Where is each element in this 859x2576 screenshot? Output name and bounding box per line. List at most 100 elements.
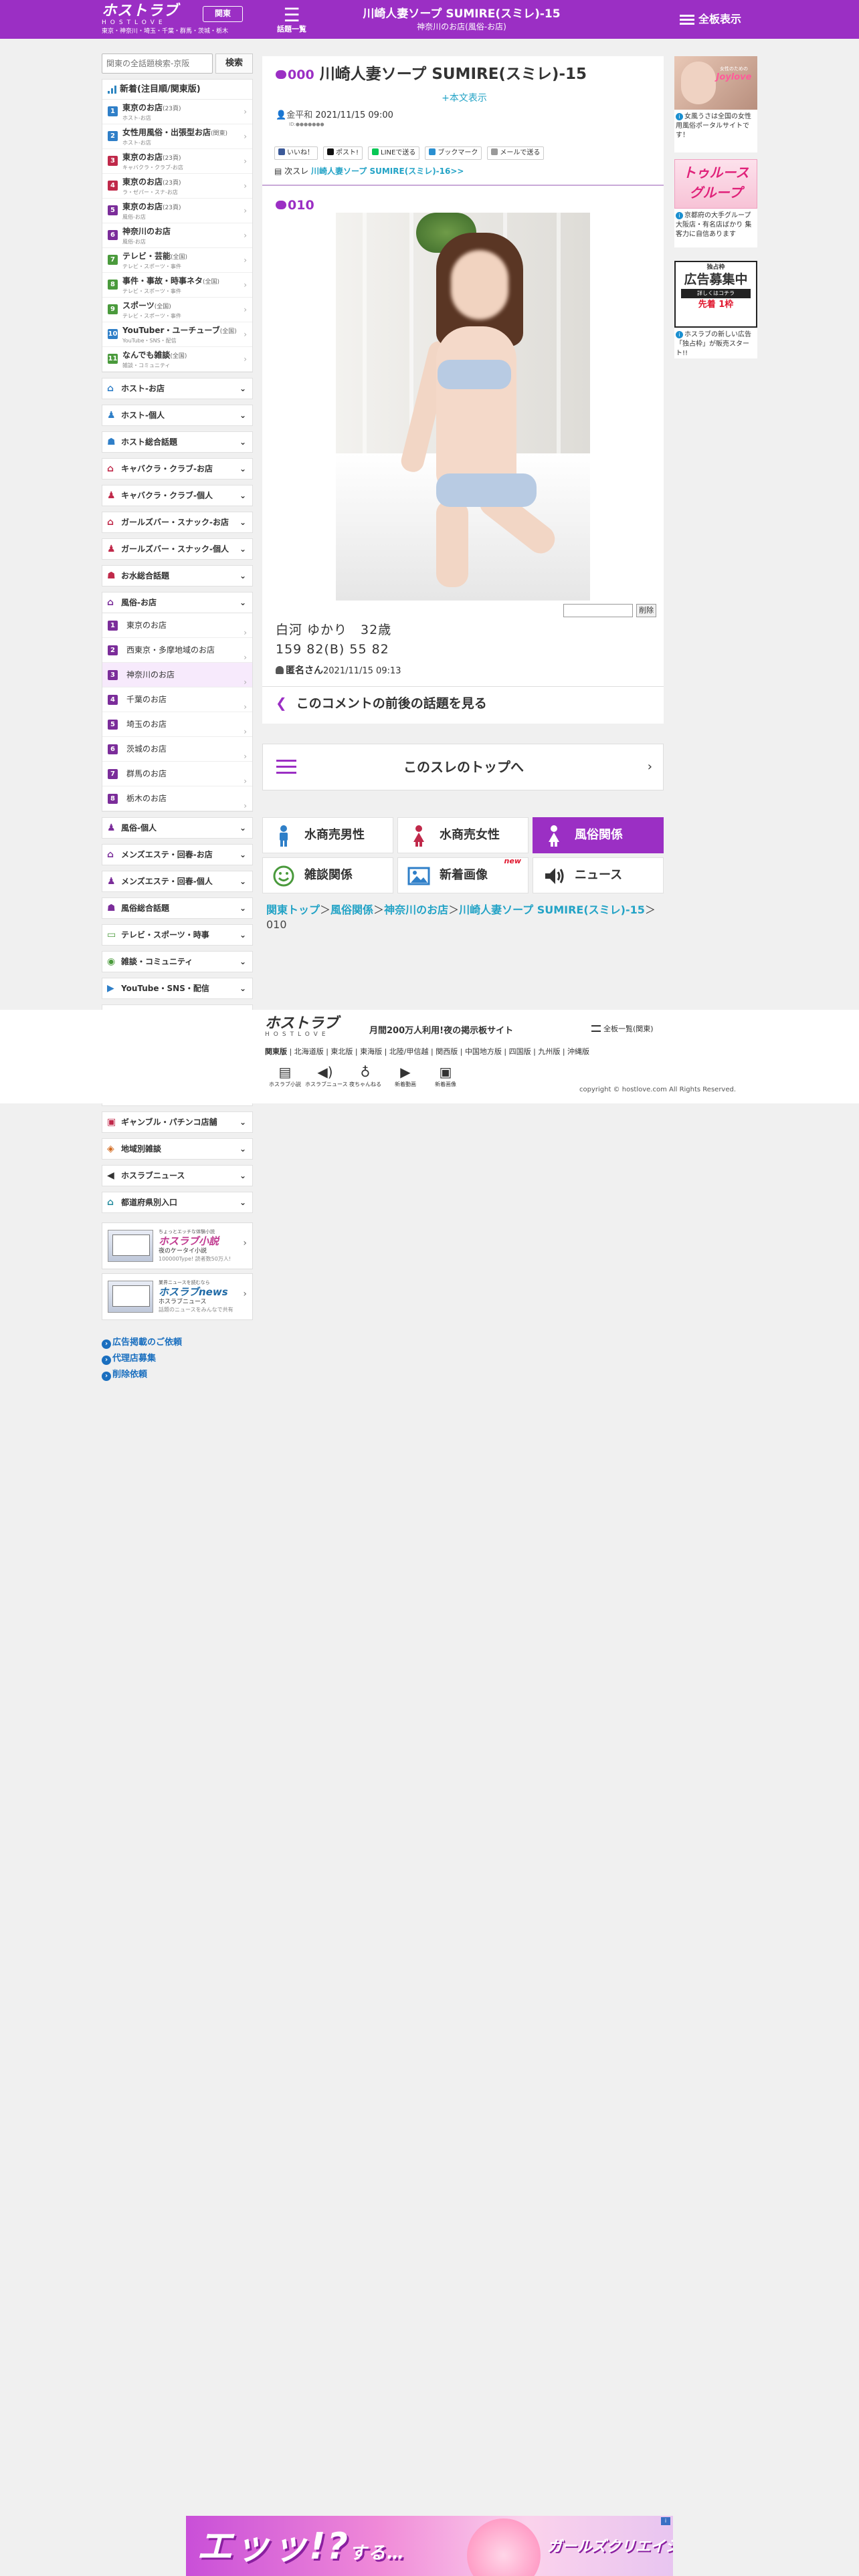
- footer-app-2[interactable]: ♁ 夜ちゃんねる: [345, 1065, 385, 1088]
- new-topic-item[interactable]: 8 事件・事故・時事ネタ(全国) テレビ・スポーツ・事件 ›: [102, 273, 252, 298]
- rank-badge: 2: [108, 131, 118, 141]
- sidebar-section-sections_a-4[interactable]: ♟ キャバクラ・クラブ-個人 ⌄: [102, 485, 253, 506]
- footer-region-link[interactable]: 九州版: [538, 1047, 560, 1056]
- sidebar-section-sections_a-2[interactable]: ☗ ホスト総合話題 ⌄: [102, 431, 253, 453]
- category-button-1[interactable]: 水商売女性: [397, 817, 529, 853]
- new-topic-item[interactable]: 2 女性用風俗・出張型お店(関東) ホスト-お店 ›: [102, 124, 252, 149]
- bottom-ad-banner[interactable]: エッッ!?する… ガールズクリエイション i: [186, 2516, 673, 2576]
- sidebar-footer-link[interactable]: › 削除依頼: [102, 1367, 253, 1383]
- fuzoku-shop-item[interactable]: 8 栃木のお店 ›: [102, 786, 252, 811]
- sidebar-section-sections_b-11[interactable]: ▣ ギャンブル・パチンコ店舗 ⌄: [102, 1111, 253, 1133]
- all-boards-link[interactable]: 全板一覧(関東): [591, 1023, 654, 1034]
- sidebar-section-sections_a-1[interactable]: ♟ ホスト-個人 ⌄: [102, 405, 253, 426]
- sidebar-section-sections_b-1[interactable]: ⌂ メンズエステ・回春-お店 ⌄: [102, 844, 253, 865]
- footer-region-link[interactable]: 東北版: [330, 1047, 353, 1056]
- share-button-0[interactable]: いいね！: [274, 146, 318, 160]
- new-topic-item[interactable]: 1 東京のお店(23頁) ホスト-お店 ›: [102, 100, 252, 124]
- sidebar-section-sections_b-0[interactable]: ♟ 風俗-個人 ⌄: [102, 817, 253, 839]
- site-logo[interactable]: ホストラブ HOSTLOVE 東京・神奈川・埼玉・千葉・群馬・茨城・栃木: [102, 4, 228, 35]
- thread-top-button[interactable]: このスレのトップへ ›: [262, 744, 664, 790]
- fuzoku-shop-item[interactable]: 7 群馬のお店 ›: [102, 762, 252, 786]
- share-button-4[interactable]: メールで送る: [487, 146, 545, 160]
- full-view-button[interactable]: 全板表示: [680, 9, 760, 29]
- breadcrumb-link[interactable]: 関東トップ: [266, 903, 320, 916]
- footer-app-3[interactable]: ▶ 新着動画: [385, 1065, 425, 1088]
- sidebar-section-sections_a-7[interactable]: ☗ お水総合話題 ⌄: [102, 565, 253, 586]
- sidebar-section-sections_a-6[interactable]: ♟ ガールズバー・スナック-個人 ⌄: [102, 538, 253, 560]
- ad-info-icon[interactable]: i: [661, 2517, 670, 2525]
- ad-joylove[interactable]: 女性のための Joylove i 女風うさは全国の女性用風俗ポータルサイトです！: [674, 56, 757, 152]
- next-thread-link[interactable]: 川崎人妻ソープ SUMIRE(スミレ)-16>>: [311, 167, 464, 176]
- category-button-5[interactable]: ニュース: [533, 857, 664, 893]
- sidebar-section-sections_b-3[interactable]: ☗ 風俗総合話題 ⌄: [102, 897, 253, 919]
- delete-button[interactable]: 削除: [636, 603, 657, 617]
- footer-region-link[interactable]: 北海道版: [294, 1047, 324, 1056]
- new-topic-item[interactable]: 7 テレビ・芸能(全国) テレビ・スポーツ・事件 ›: [102, 248, 252, 273]
- topics-list-button[interactable]: ☰ 話題一覧: [272, 5, 312, 33]
- breadcrumb-link[interactable]: 風俗関係: [330, 903, 373, 916]
- category-button-3[interactable]: 雑談関係: [262, 857, 393, 893]
- footer-logo[interactable]: ホストラブ HOSTLOVE: [265, 1016, 339, 1039]
- sidebar-section-sections_b-13[interactable]: ◀ ホスラブニュース ⌄: [102, 1165, 253, 1186]
- shop-name: 神奈川のお店: [126, 670, 175, 679]
- breadcrumb-link[interactable]: 神奈川のお店: [384, 903, 448, 916]
- search-button[interactable]: 検索: [215, 53, 253, 74]
- new-topic-item[interactable]: 11 なんでも雑談(全国) 雑談・コミュニティ ›: [102, 347, 252, 372]
- sidebar-section-sections_a-0[interactable]: ⌂ ホスト-お店 ⌄: [102, 378, 253, 399]
- show-full-text-link[interactable]: +本文表示: [431, 91, 498, 104]
- footer-app-0[interactable]: ▤ ホスラブ小説: [265, 1065, 305, 1088]
- fuzoku-shop-item[interactable]: 1 東京のお店 ›: [102, 613, 252, 638]
- new-topic-desc: YouTube・SNS・配信: [122, 338, 177, 344]
- sidebar-section-sections_b-2[interactable]: ♟ メンズエステ・回春-個人 ⌄: [102, 871, 253, 892]
- footer-region-link[interactable]: 中国地方版: [465, 1047, 502, 1056]
- sidebar-section-sections_b-4[interactable]: ▭ テレビ・スポーツ・時事 ⌄: [102, 924, 253, 946]
- footer-app-4[interactable]: ▣ 新着画像: [425, 1065, 466, 1088]
- sidebar-footer-link[interactable]: › 代理店募集: [102, 1351, 253, 1367]
- footer-region-link[interactable]: 四国版: [509, 1047, 531, 1056]
- context-topics-link[interactable]: ❮ このコメントの前後の話題を見る: [262, 686, 664, 720]
- post-photo[interactable]: [336, 213, 590, 601]
- fuzoku-shop-item[interactable]: 3 神奈川のお店 ›: [102, 663, 252, 687]
- new-topic-item[interactable]: 4 東京のお店(23頁) ラ・ゼパー・スナ-お店 ›: [102, 174, 252, 199]
- fuzoku-shop-item[interactable]: 6 茨城のお店 ›: [102, 737, 252, 762]
- sidebar-section-sections_b-5[interactable]: ◉ 雑談・コミュニティ ⌄: [102, 951, 253, 972]
- region-button[interactable]: 関東: [203, 6, 243, 22]
- new-topic-item[interactable]: 5 東京のお店(23頁) 風俗-お店 ›: [102, 199, 252, 223]
- fuzoku-shop-item[interactable]: 4 千葉のお店 ›: [102, 687, 252, 712]
- new-topic-title: 女性用風俗・出張型お店: [122, 128, 211, 137]
- new-topic-item[interactable]: 10 YouTuber・ユーチューブ(全国) YouTube・SNS・配信 ›: [102, 322, 252, 347]
- sidebar-section-sections_b-14[interactable]: ⌂ 都道府県別入口 ⌄: [102, 1192, 253, 1213]
- sidebar-section-sections_a-8[interactable]: ⌂ 風俗-お店 ⌄: [102, 592, 253, 613]
- delete-password-input[interactable]: [563, 603, 633, 617]
- fuzoku-shop-item[interactable]: 2 西東京・多摩地域のお店 ›: [102, 638, 252, 663]
- new-topic-item[interactable]: 3 東京のお店(23頁) キャバクラ・クラブ-お店 ›: [102, 149, 252, 174]
- share-button-2[interactable]: LINEで送る: [368, 146, 420, 160]
- footer-region-link[interactable]: 関西版: [436, 1047, 458, 1056]
- promo-card[interactable]: ちょっとエッチな体験小説 ホスラブ小説 夜のケータイ小説 100000Type! 読者…: [102, 1222, 253, 1269]
- footer-region-link[interactable]: 東海版: [360, 1047, 382, 1056]
- search-input[interactable]: [102, 53, 213, 74]
- copyright: copyright © hostlove.com All Rights Rese…: [579, 1086, 737, 1093]
- sidebar-section-sections_a-5[interactable]: ⌂ ガールズバー・スナック-お店 ⌄: [102, 512, 253, 533]
- sidebar-footer-link[interactable]: › 広告掲載のご依頼: [102, 1335, 253, 1351]
- share-button-3[interactable]: ブックマーク: [425, 146, 482, 160]
- new-topic-item[interactable]: 9 スポーツ(全国) テレビ・スポーツ・事件 ›: [102, 298, 252, 322]
- ad-exclusive-slot[interactable]: 独占枠 広告募集中 詳しくはコチラ 先着 1枠 i ホスラブの新しい広告「独占枠」…: [674, 261, 757, 358]
- footer-app-1[interactable]: ◀) ホスラブニュース: [305, 1065, 348, 1088]
- footer-region-link[interactable]: 北陸/甲信越: [389, 1047, 429, 1056]
- category-button-0[interactable]: 水商売男性: [262, 817, 393, 853]
- breadcrumb-link[interactable]: 川崎人妻ソープ SUMIRE(スミレ)-15: [459, 903, 645, 916]
- share-button-1[interactable]: ポスト!: [323, 146, 363, 160]
- footer-region-current[interactable]: 関東版: [265, 1047, 287, 1056]
- fuzoku-shop-item[interactable]: 5 埼玉のお店 ›: [102, 712, 252, 737]
- sidebar-section-sections_b-12[interactable]: ◈ 地域別雑談 ⌄: [102, 1138, 253, 1160]
- sidebar-section-sections_a-3[interactable]: ⌂ キャバクラ・クラブ-お店 ⌄: [102, 458, 253, 479]
- new-topic-count: (23頁): [163, 155, 181, 162]
- category-button-4[interactable]: 新着画像 new: [397, 857, 529, 893]
- footer-region-link[interactable]: 沖縄版: [567, 1047, 589, 1056]
- promo-card[interactable]: 業界ニュースを読むなら ホスラブnews ホスラブニュース 話題のニュースをみんなで共…: [102, 1273, 253, 1320]
- sidebar-section-sections_b-6[interactable]: ▶ YouTube・SNS・配信 ⌄: [102, 978, 253, 999]
- new-topic-item[interactable]: 6 神奈川のお店 風俗-お店 ›: [102, 223, 252, 248]
- category-button-2[interactable]: 風俗関係: [533, 817, 664, 853]
- ad-truth-group[interactable]: トゥルース グループ i 京都府の大手グループ 大阪店・有名店ばかり 集客力に自信…: [674, 159, 757, 247]
